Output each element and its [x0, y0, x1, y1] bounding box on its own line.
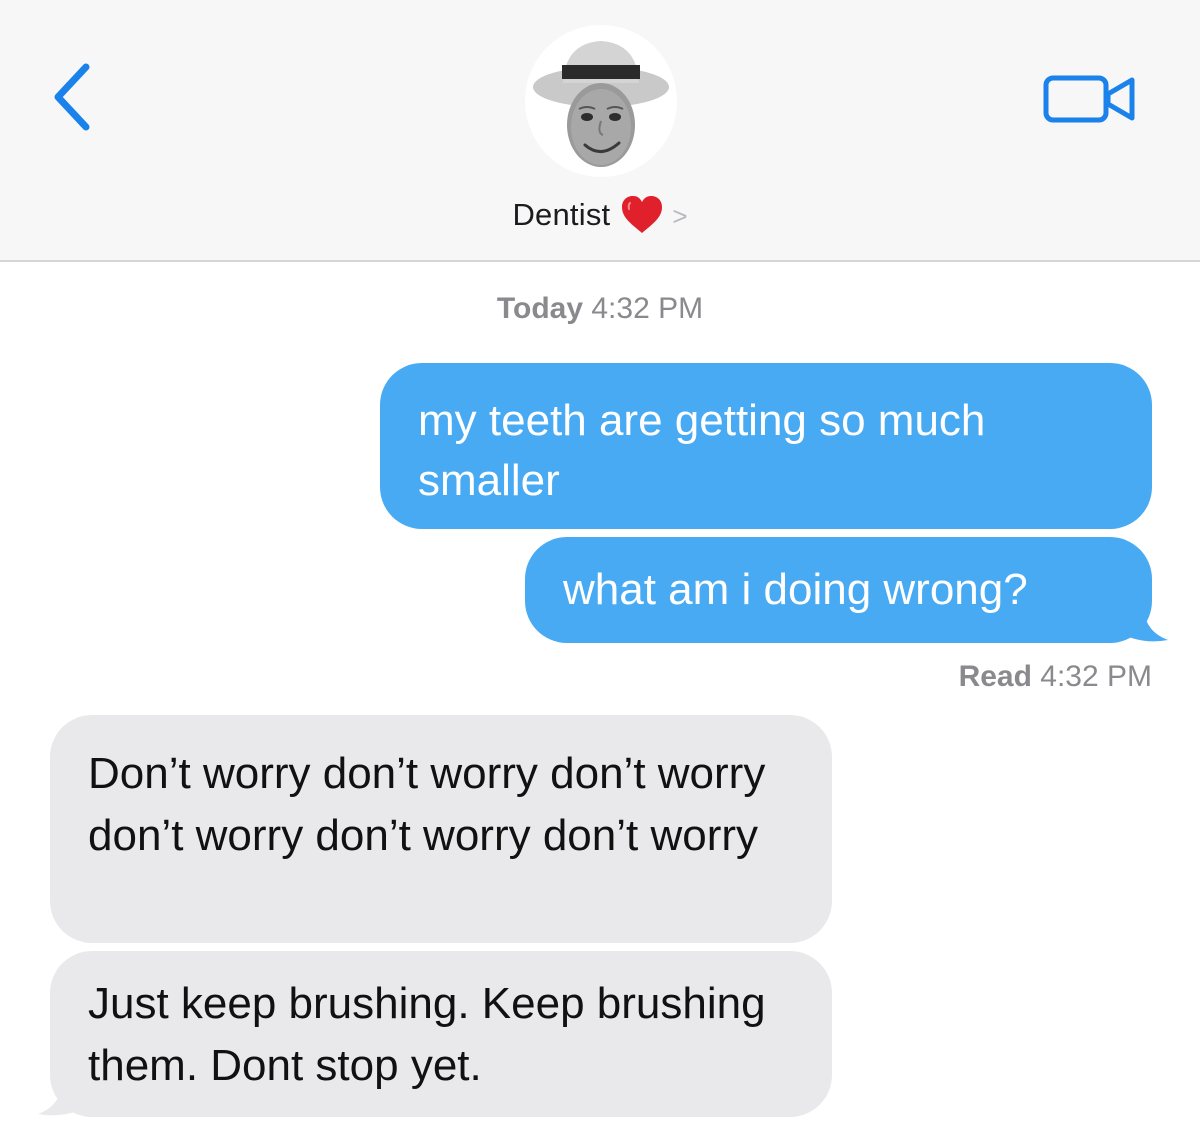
messages-conversation-screen: Dentist > Today 4:32 PM my teeth are get…	[0, 0, 1200, 1147]
incoming-bubble-tail	[38, 1084, 86, 1116]
back-button[interactable]	[40, 55, 110, 135]
incoming-message-bubble[interactable]: Don’t worry don’t worry don’t worry don’…	[50, 715, 832, 943]
read-time: 4:32 PM	[1040, 660, 1152, 693]
timestamp-time: 4:32 PM	[591, 292, 704, 325]
incoming-message-bubble[interactable]: Just keep brushing. Keep brushing them. …	[50, 951, 832, 1117]
chevron-left-icon[interactable]	[40, 55, 110, 135]
contact-info-button[interactable]: Dentist >	[0, 190, 1200, 240]
message-timestamp: Today 4:32 PM	[0, 292, 1200, 326]
chevron-right-icon: >	[672, 200, 688, 231]
video-call-button[interactable]	[1040, 68, 1140, 128]
memoji-avatar-icon	[525, 25, 677, 177]
timestamp-day: Today	[496, 292, 584, 325]
red-heart-icon	[622, 196, 663, 233]
read-label: Read	[958, 660, 1032, 693]
video-camera-icon[interactable]	[1040, 68, 1140, 128]
outgoing-message-bubble[interactable]: my teeth are getting so much smaller	[380, 363, 1152, 529]
conversation-header: Dentist >	[0, 0, 1200, 262]
contact-name: Dentist	[512, 197, 611, 232]
read-receipt: Read 4:32 PM	[959, 660, 1152, 694]
contact-avatar[interactable]	[525, 25, 677, 177]
outgoing-bubble-tail	[1120, 610, 1168, 642]
outgoing-message-bubble[interactable]: what am i doing wrong?	[525, 537, 1152, 643]
